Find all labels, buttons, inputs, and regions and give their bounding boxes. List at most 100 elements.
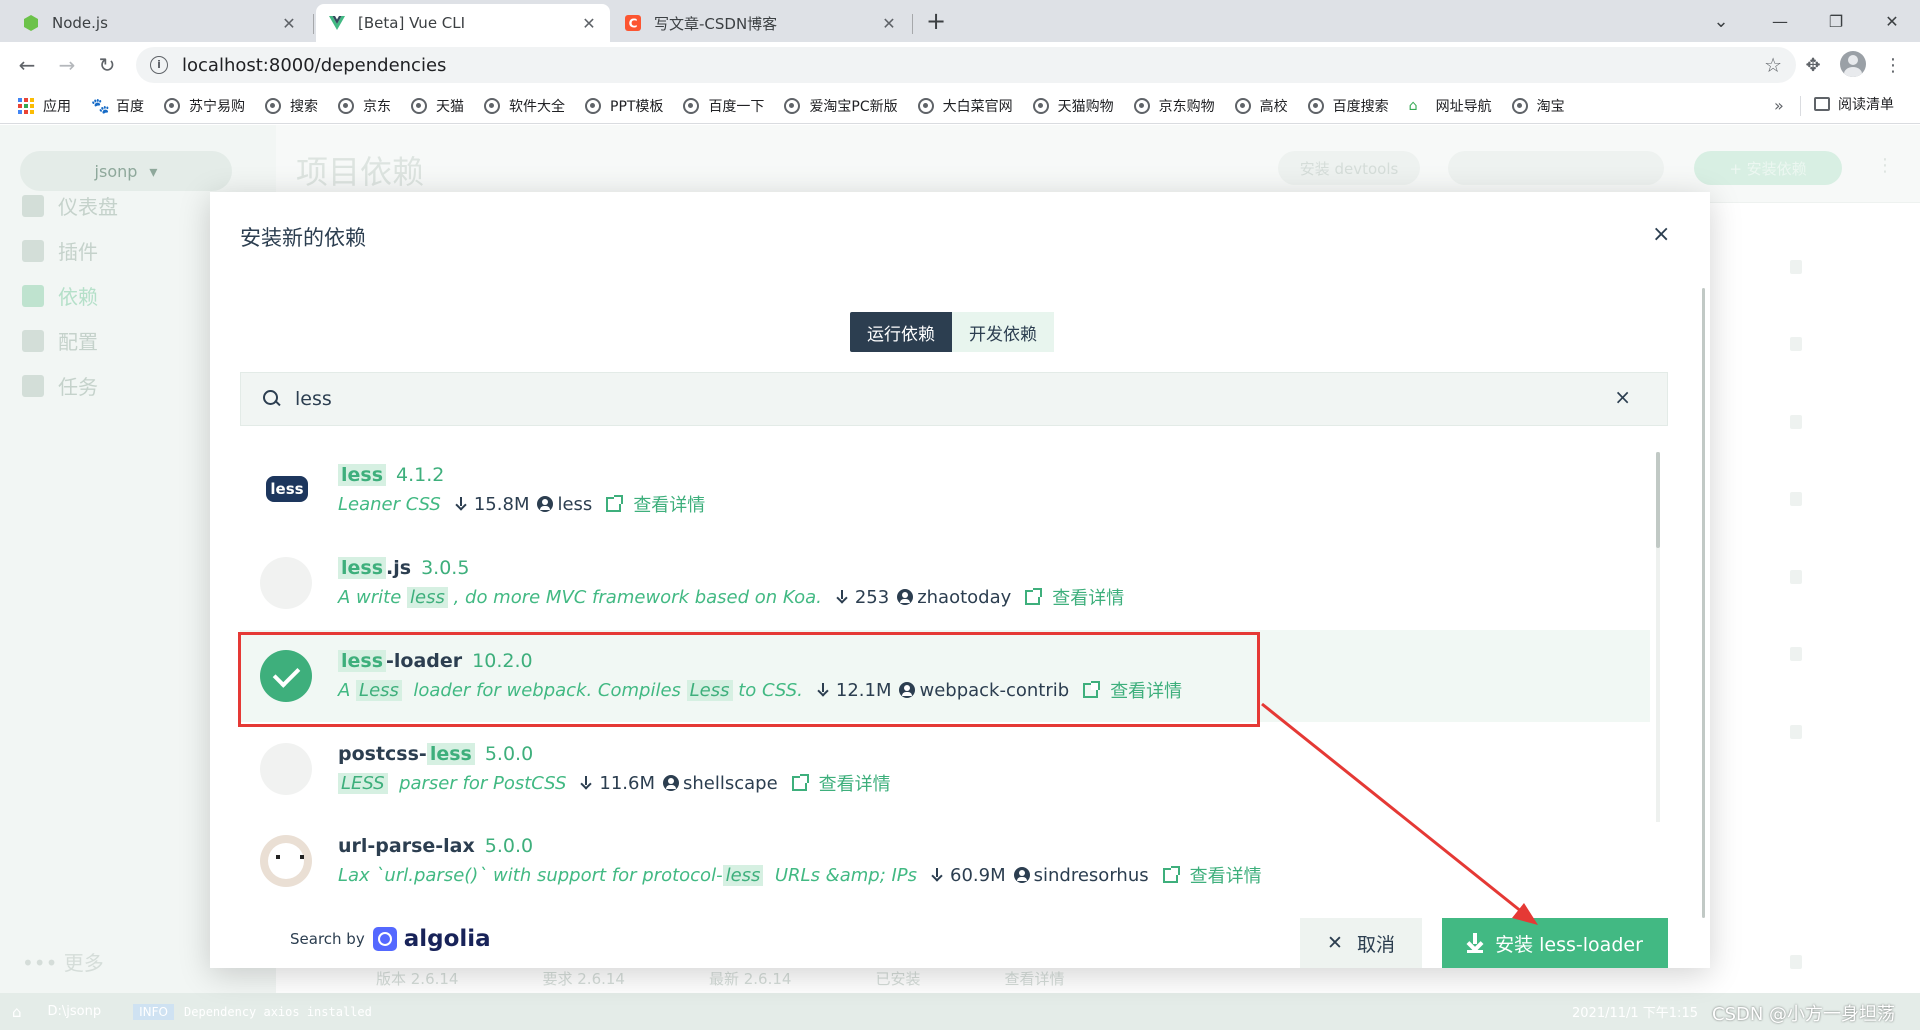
tab-dev-dependency[interactable]: 开发依赖 bbox=[952, 312, 1054, 352]
bookmark-item[interactable]: 大白菜官网 bbox=[917, 96, 1013, 116]
package-result-item[interactable]: less .js 3.0.5 A write less , do more MVC f… bbox=[240, 537, 1650, 629]
bookmark-item[interactable]: 天猫 bbox=[411, 96, 464, 116]
view-details-link[interactable]: 查看详情 bbox=[1083, 677, 1182, 703]
package-title-line: less .js 3.0.5 bbox=[338, 557, 469, 579]
reading-list-button[interactable]: 阅读清单 bbox=[1814, 94, 1894, 114]
view-details-link[interactable]: 查看详情 bbox=[1162, 862, 1262, 888]
clear-search-icon[interactable]: × bbox=[1614, 385, 1631, 409]
bookmark-item[interactable]: 百度搜索 bbox=[1307, 96, 1389, 116]
bookmark-item[interactable]: 搜索 bbox=[265, 96, 318, 116]
trash-icon[interactable] bbox=[1790, 725, 1802, 739]
extensions-icon[interactable]: ✥ bbox=[1800, 52, 1826, 78]
bookmark-item[interactable]: 京东购物 bbox=[1133, 96, 1215, 116]
close-icon[interactable]: ✕ bbox=[880, 14, 898, 33]
project-name: jsonp bbox=[94, 161, 138, 181]
back-button[interactable]: ← bbox=[12, 50, 42, 80]
install-devtools-button[interactable]: 安装 devtools bbox=[1278, 151, 1420, 185]
trash-icon[interactable] bbox=[1790, 260, 1802, 274]
view-details-link[interactable]: 查看详情 bbox=[791, 770, 891, 796]
close-icon[interactable]: ✕ bbox=[580, 14, 598, 33]
bookmark-item[interactable]: 京东 bbox=[338, 96, 391, 116]
maximize-button[interactable]: ❐ bbox=[1808, 0, 1864, 42]
install-dependency-button[interactable]: + 安装依赖 bbox=[1694, 151, 1842, 185]
view-details-link[interactable]: 查看详情 bbox=[606, 491, 705, 517]
download-icon bbox=[836, 590, 848, 604]
bookmark-apps[interactable]: 应用 bbox=[18, 96, 71, 116]
description-segment: Less bbox=[686, 679, 733, 701]
bookmark-item[interactable]: 天猫购物 bbox=[1032, 96, 1114, 116]
sidebar-more[interactable]: ••• 更多 bbox=[22, 947, 104, 976]
url-bar[interactable]: i localhost:8000/dependencies ☆ bbox=[136, 47, 1796, 83]
cancel-button[interactable]: ✕ 取消 bbox=[1300, 918, 1422, 968]
tab-nodejs[interactable]: Node.js ✕ bbox=[10, 4, 310, 42]
sidebar-item-config[interactable]: 配置 bbox=[22, 326, 98, 355]
package-author: sindresorhus bbox=[1013, 865, 1149, 886]
install-package-button[interactable]: 安装 less-loader bbox=[1442, 918, 1668, 968]
external-link-icon bbox=[1083, 680, 1101, 698]
tab-search-chevron-icon[interactable]: ⌄ bbox=[1693, 0, 1749, 42]
minimize-button[interactable]: — bbox=[1752, 0, 1808, 42]
sidebar-item-tasks[interactable]: 任务 bbox=[22, 371, 98, 400]
trash-icon[interactable] bbox=[1790, 955, 1802, 969]
view-details-link[interactable]: 查看详情 bbox=[1025, 584, 1124, 610]
sidebar-item-dashboard[interactable]: 仪表盘 bbox=[22, 191, 118, 220]
url-text[interactable]: localhost:8000/dependencies bbox=[182, 55, 446, 76]
dialog-scrollbar[interactable] bbox=[1702, 288, 1705, 918]
window-close-button[interactable]: ✕ bbox=[1864, 0, 1920, 42]
description-segment: , do more MVC framework based on Koa. bbox=[447, 586, 822, 608]
bookmark-star-icon[interactable]: ☆ bbox=[1764, 53, 1782, 77]
package-description: Lax `url.parse()` with support for proto… bbox=[338, 864, 917, 886]
close-icon[interactable]: ✕ bbox=[280, 14, 298, 33]
bookmark-label: PPT模板 bbox=[610, 98, 664, 115]
dependency-filter-input[interactable] bbox=[1448, 151, 1664, 185]
trash-icon[interactable] bbox=[1790, 647, 1802, 661]
svg-text:C: C bbox=[629, 17, 638, 31]
bookmark-baidu[interactable]: 🐾 百度 bbox=[91, 96, 144, 116]
package-result-item[interactable]: postcss-less 5.0.0 LESS parser for PostCSS… bbox=[240, 723, 1650, 815]
bookmarks-overflow-icon[interactable]: » bbox=[1774, 96, 1784, 115]
package-result-item[interactable]: less less 4.1.2 Leaner CSS 15.8M less 查看详情 bbox=[240, 444, 1650, 536]
bookmark-item[interactable]: 软件大全 bbox=[484, 96, 565, 116]
bookmark-item[interactable]: 淘宝 bbox=[1511, 96, 1565, 116]
tab-vue-cli[interactable]: [Beta] Vue CLI ✕ bbox=[316, 4, 610, 42]
bookmark-item[interactable]: 百度一下 bbox=[683, 96, 764, 116]
tab-csdn[interactable]: C 写文章-CSDN博客 ✕ bbox=[612, 4, 910, 42]
trash-icon[interactable] bbox=[1790, 337, 1802, 351]
package-result-item[interactable]: less -loader 10.2.0 A Less loader for webpa… bbox=[240, 630, 1650, 722]
bookmark-item[interactable]: ⌂ 网址导航 bbox=[1409, 96, 1492, 116]
globe-icon bbox=[1032, 97, 1049, 114]
package-version: 3.0.5 bbox=[421, 557, 470, 579]
reload-button[interactable]: ↻ bbox=[92, 50, 122, 80]
package-result-item[interactable]: url-parse-lax 5.0.0 Lax `url.parse()` with… bbox=[240, 815, 1650, 907]
view-details-label: 查看详情 bbox=[1110, 681, 1183, 702]
bookmark-item[interactable]: 苏宁易购 bbox=[164, 96, 245, 116]
site-info-icon[interactable]: i bbox=[150, 56, 168, 74]
more-menu-icon[interactable]: ⋮ bbox=[1876, 155, 1894, 176]
tab-runtime-dependency[interactable]: 运行依赖 bbox=[850, 312, 952, 352]
download-icon bbox=[931, 868, 943, 882]
bookmark-item[interactable]: 高校 bbox=[1234, 96, 1288, 116]
bookmark-label: 苏宁易购 bbox=[189, 98, 245, 115]
results-scrollbar[interactable] bbox=[1656, 452, 1660, 548]
home-icon[interactable]: ⌂ bbox=[12, 1003, 22, 1021]
dependency-row-background: 版本 2.6.14 要求 2.6.14 最新 2.6.14 已安装 查看详情 bbox=[376, 968, 1196, 989]
bookmark-item[interactable]: 爱淘宝PC新版 bbox=[784, 96, 898, 116]
trash-icon[interactable] bbox=[1790, 570, 1802, 584]
package-search-input[interactable] bbox=[295, 388, 1575, 410]
download-icon bbox=[455, 497, 467, 511]
trash-icon[interactable] bbox=[1790, 415, 1802, 429]
page-title: 项目依赖 bbox=[296, 153, 425, 191]
sidebar-item-plugins[interactable]: 插件 bbox=[22, 236, 98, 265]
profile-avatar[interactable] bbox=[1840, 51, 1866, 77]
sidebar-item-dependencies[interactable]: 依赖 bbox=[22, 281, 98, 310]
close-icon[interactable]: × bbox=[1652, 222, 1670, 247]
bookmark-item[interactable]: PPT模板 bbox=[585, 96, 663, 116]
dep-details-link[interactable]: 查看详情 bbox=[1004, 968, 1064, 989]
algolia-attribution[interactable]: Search by algolia bbox=[290, 926, 491, 952]
current-folder[interactable]: D:\jsonp bbox=[48, 1004, 102, 1019]
browser-menu-icon[interactable]: ⋮ bbox=[1880, 52, 1906, 78]
project-selector[interactable]: jsonp ▾ bbox=[20, 151, 232, 191]
trash-icon[interactable] bbox=[1790, 492, 1802, 506]
new-tab-button[interactable]: + bbox=[922, 8, 950, 36]
forward-button[interactable]: → bbox=[52, 50, 82, 80]
